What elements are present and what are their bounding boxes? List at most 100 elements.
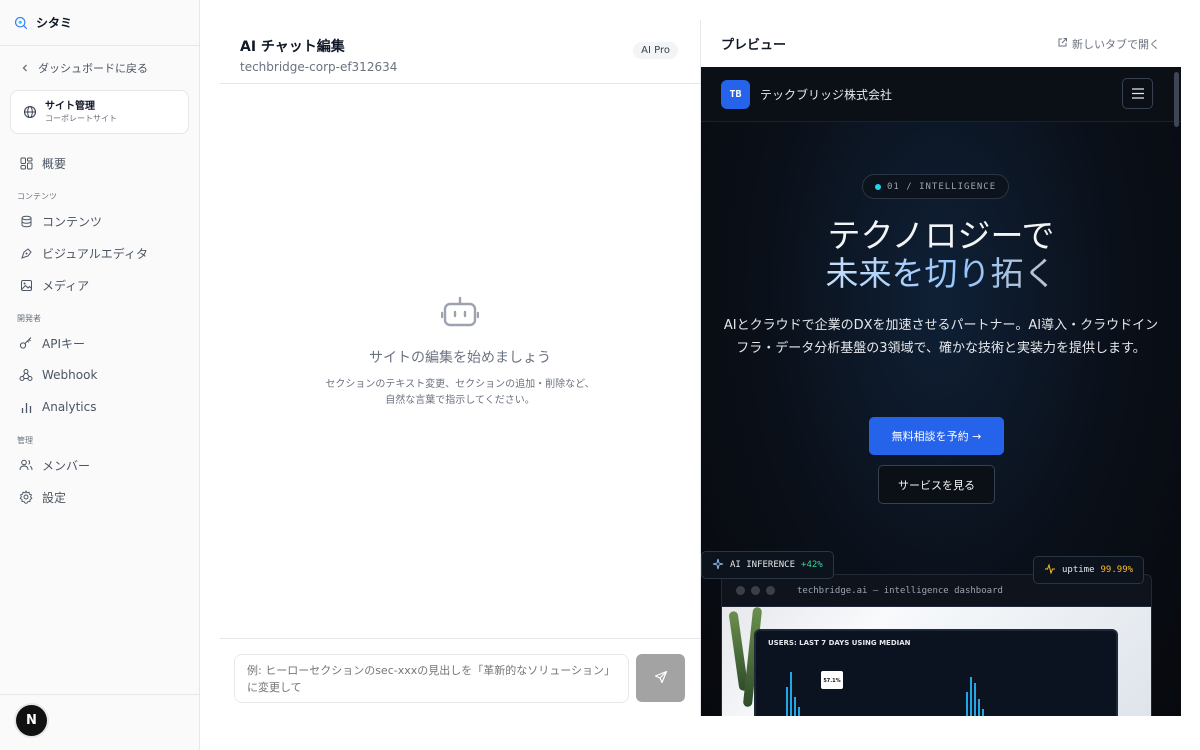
image-icon (19, 278, 33, 292)
pen-tool-icon (19, 246, 33, 260)
sidebar-item-label: Webhook (42, 368, 98, 382)
cta-view-services[interactable]: サービスを見る (878, 465, 995, 504)
cta-book-consultation[interactable]: 無料相談を予約 → (869, 417, 1004, 455)
preview-header: プレビュー 新しいタブで開く (701, 20, 1180, 67)
user-avatar[interactable]: N (16, 705, 47, 736)
empty-title: サイトの編集を始めましょう (369, 350, 551, 366)
sidebar-item-label: APIキー (42, 336, 85, 351)
hero-headline-line1: テクノロジーで (827, 216, 1055, 255)
sidebar-item-overview[interactable]: 概要 (0, 147, 199, 179)
section-label-developer: 開発者 (17, 314, 41, 323)
section-pill-label: 01 / INTELLIGENCE (887, 181, 997, 192)
empty-description-line: 自然な言葉で指示してください。 (385, 395, 535, 406)
ai-inference-chip: AI INFERENCE +42% (701, 551, 834, 579)
users-icon (19, 458, 33, 472)
sidebar-item-label: コンテンツ (42, 214, 103, 229)
chat-panel: AI チャット編集 techbridge-corp-ef312634 AI Pr… (220, 20, 700, 750)
key-icon (19, 336, 33, 350)
back-to-dashboard-link[interactable]: ダッシュボードに戻る (0, 46, 199, 90)
sidebar-item-label: Analytics (42, 400, 97, 414)
activity-icon (1044, 562, 1056, 578)
chart-bar (974, 683, 976, 716)
sidebar-nav: 概要 コンテンツ コンテンツ ビジュアルエディタ メディア 開発者 APIキー … (0, 147, 199, 513)
back-label: ダッシュボードに戻る (38, 62, 148, 75)
sidebar-item-label: 概要 (42, 156, 67, 171)
chevron-left-icon (18, 61, 32, 75)
hero-headline-line2: 未来を切り拓く (701, 255, 1181, 293)
chart-tooltip: 57.1% (821, 671, 843, 689)
send-button[interactable] (636, 654, 685, 702)
site-preview-frame[interactable]: TB テックブリッジ株式会社 01 / INTELLIGENCE テクノロジーで… (701, 67, 1181, 716)
webhook-icon (19, 368, 33, 382)
window-dot (766, 586, 775, 595)
gear-icon (19, 490, 33, 504)
chart-bar (794, 697, 796, 716)
dashboard-url: techbridge.ai — intelligence dashboard (797, 585, 1003, 596)
chat-input[interactable] (234, 654, 629, 703)
window-dot (736, 586, 745, 595)
grid-icon (19, 156, 33, 170)
globe-icon (23, 105, 37, 119)
dashboard-mockup: techbridge.ai — intelligence dashboard U… (721, 574, 1152, 716)
logo-icon (14, 16, 28, 30)
site-company-name: テックブリッジ株式会社 (760, 87, 893, 102)
chart-bar (982, 709, 984, 716)
sidebar-item-media[interactable]: メディア (0, 269, 199, 301)
hero-headline: テクノロジーで 未来を切り拓く (701, 217, 1181, 293)
site-selector[interactable]: サイト管理 コーポレートサイト (10, 90, 189, 134)
bar-chart-icon (19, 400, 33, 414)
site-card-title: サイト管理 (45, 101, 95, 112)
database-icon (19, 214, 33, 228)
sidebar-item-analytics[interactable]: Analytics (0, 391, 199, 423)
chat-header: AI チャット編集 techbridge-corp-ef312634 AI Pr… (220, 20, 700, 84)
menu-icon (1131, 84, 1145, 103)
site-logo[interactable]: TB (721, 79, 750, 109)
chart-bar (798, 707, 800, 716)
uptime-label: uptime (1062, 565, 1095, 575)
preview-title: プレビュー (721, 38, 787, 53)
chart-bar (978, 699, 980, 716)
open-new-tab-label: 新しいタブで開く (1072, 37, 1160, 51)
preview-panel: プレビュー 新しいタブで開く TB テックブリッジ株式会社 01 / INTEL… (700, 20, 1181, 716)
sidebar-item-visual-editor[interactable]: ビジュアルエディタ (0, 237, 199, 269)
window-dot (751, 586, 760, 595)
site-card-subtitle: コーポレートサイト (45, 114, 117, 123)
sidebar-item-label: 設定 (42, 490, 67, 505)
sidebar-footer: N (0, 694, 199, 750)
open-new-tab-link[interactable]: 新しいタブで開く (1057, 36, 1160, 52)
dashboard-heading: USERS: LAST 7 DAYS USING MEDIAN (768, 639, 911, 647)
composer (220, 638, 700, 730)
hamburger-menu-button[interactable] (1122, 78, 1153, 109)
sidebar-item-webhook[interactable]: Webhook (0, 359, 199, 391)
empty-description-line: セクションのテキスト変更、セクションの追加・削除など、 (325, 379, 595, 390)
plan-badge: AI Pro (633, 42, 678, 59)
sidebar-item-content[interactable]: コンテンツ (0, 205, 199, 237)
empty-description: セクションのテキスト変更、セクションの追加・削除など、 自然な言葉で指示してくだ… (220, 377, 700, 409)
sidebar-item-label: ビジュアルエディタ (42, 246, 148, 261)
chart-bar (790, 672, 792, 716)
send-icon (654, 669, 668, 688)
dashboard-photo: USERS: LAST 7 DAYS USING MEDIAN 57.1% (722, 606, 1151, 716)
section-label-admin: 管理 (17, 436, 33, 445)
bot-icon (440, 296, 480, 333)
external-link-icon (1057, 37, 1068, 51)
brand-name: シタミ (36, 16, 73, 30)
uptime-value: 99.99% (1100, 565, 1134, 575)
uptime-chip: uptime 99.99% (1033, 556, 1145, 584)
section-label-content: コンテンツ (17, 192, 57, 201)
brand[interactable]: シタミ (0, 0, 199, 46)
chart-bar (970, 677, 972, 716)
hero-description: AIとクラウドで企業のDXを加速させるパートナー。AI導入・クラウドインフラ・デ… (723, 318, 1159, 356)
section-pill: 01 / INTELLIGENCE (862, 174, 1010, 199)
sidebar-item-members[interactable]: メンバー (0, 449, 199, 481)
site-id: techbridge-corp-ef312634 (240, 60, 398, 74)
sidebar: シタミ ダッシュボードに戻る サイト管理 コーポレートサイト 概要 コンテンツ … (0, 0, 200, 750)
sidebar-item-label: メンバー (42, 458, 91, 473)
sidebar-item-settings[interactable]: 設定 (0, 481, 199, 513)
sidebar-item-api-keys[interactable]: APIキー (0, 327, 199, 359)
status-dot (875, 183, 881, 190)
ai-inference-label: AI INFERENCE (730, 560, 796, 570)
preview-scrollbar[interactable] (1174, 72, 1179, 127)
sidebar-item-label: メディア (42, 278, 90, 293)
chart-bar (786, 687, 788, 716)
